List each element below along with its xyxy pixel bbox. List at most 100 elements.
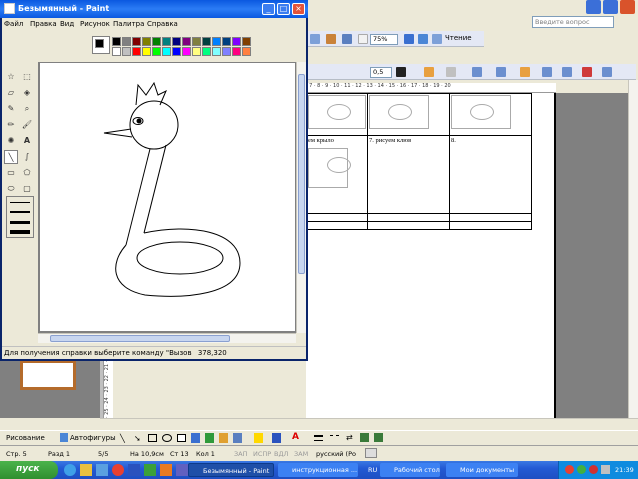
palette-swatch[interactable] — [112, 37, 121, 46]
palette-swatch[interactable] — [182, 37, 191, 46]
paint-minimize-button[interactable]: _ — [262, 3, 275, 15]
distribute-rows-icon[interactable] — [542, 67, 552, 77]
paint-close-button[interactable]: × — [292, 3, 305, 15]
palette-swatch[interactable] — [212, 37, 221, 46]
font-color-icon[interactable]: A — [292, 432, 299, 442]
autoformat-icon[interactable] — [520, 67, 530, 77]
airbrush-icon[interactable]: ✺ — [4, 134, 18, 148]
diagram-icon[interactable] — [205, 433, 214, 443]
table-cell[interactable] — [306, 221, 368, 230]
paint-maximize-button[interactable]: □ — [277, 3, 290, 15]
palette-swatch[interactable] — [172, 47, 181, 56]
read-icon[interactable] — [432, 34, 442, 44]
word-close-button[interactable] — [620, 0, 635, 14]
shadow-icon[interactable] — [360, 433, 369, 442]
status-ext[interactable]: ВДЛ — [274, 450, 288, 458]
scroll-thumb[interactable] — [298, 74, 305, 274]
palette-swatch[interactable] — [232, 37, 241, 46]
line-width-3[interactable] — [10, 221, 30, 224]
free-select-icon[interactable]: ☆ — [4, 70, 18, 84]
table-cell[interactable]: ем крыло — [306, 135, 368, 214]
rounded-rect-icon[interactable]: ▢ — [20, 182, 34, 196]
table-cell[interactable] — [367, 221, 450, 230]
explorer-icon[interactable] — [80, 464, 92, 476]
browser-icon[interactable] — [64, 464, 76, 476]
fill-icon[interactable]: ◈ — [20, 86, 34, 100]
palette-swatch[interactable] — [242, 37, 251, 46]
rectangle-icon[interactable]: ▭ — [4, 166, 18, 180]
oval-tool-icon[interactable] — [162, 434, 172, 442]
zoom-icon[interactable] — [404, 34, 414, 44]
desktop-icon[interactable] — [96, 464, 108, 476]
taskbar-desktop[interactable]: Рабочий стол — [380, 463, 440, 477]
palette-swatch[interactable] — [112, 47, 121, 56]
menu-file[interactable]: Файл — [4, 20, 23, 28]
sort-icon[interactable] — [582, 67, 592, 77]
sum-icon[interactable] — [602, 67, 612, 77]
spelling-status-icon[interactable] — [365, 448, 377, 458]
distribute-cols-icon[interactable] — [562, 67, 572, 77]
ellipse-icon[interactable]: ⬭ — [4, 182, 18, 196]
palette-swatch[interactable] — [132, 47, 141, 56]
media-icon[interactable] — [176, 464, 188, 476]
palette-swatch[interactable] — [192, 37, 201, 46]
3d-icon[interactable] — [374, 433, 383, 442]
columns-icon[interactable] — [326, 34, 336, 44]
palette-swatch[interactable] — [222, 47, 231, 56]
paint-app-icon[interactable] — [4, 3, 15, 14]
arrow-style-icon[interactable]: ⇄ — [346, 433, 353, 442]
dash-style-icon[interactable] — [330, 435, 339, 441]
select-objects-icon[interactable] — [60, 433, 68, 442]
start-button[interactable]: пуск — [0, 461, 58, 479]
table-grid-icon[interactable] — [472, 67, 482, 77]
table-cell[interactable] — [367, 93, 450, 136]
tray-icon[interactable] — [577, 465, 586, 474]
palette-swatch[interactable] — [232, 47, 241, 56]
palette-swatch[interactable] — [192, 47, 201, 56]
table-cell[interactable]: 7. рисуем клюв — [367, 135, 450, 214]
zoom-select[interactable]: 75% — [370, 34, 398, 45]
tray-icon[interactable] — [565, 465, 574, 474]
table-cell[interactable]: 8. — [449, 135, 532, 214]
rect-select-icon[interactable]: ⬚ — [20, 70, 34, 84]
page-thumbnail[interactable] — [20, 360, 76, 390]
text-icon[interactable]: A — [20, 134, 34, 148]
table-cell[interactable] — [306, 213, 368, 222]
excel-icon[interactable] — [144, 464, 156, 476]
palette-swatch[interactable] — [132, 37, 141, 46]
canvas-horizontal-scrollbar[interactable] — [38, 333, 296, 343]
palette-swatch[interactable] — [152, 47, 161, 56]
status-trk[interactable]: ИСПР — [253, 450, 271, 458]
palette-swatch[interactable] — [142, 47, 151, 56]
table-cell[interactable] — [449, 213, 532, 222]
table-icon[interactable] — [310, 34, 320, 44]
ask-question-input[interactable]: Введите вопрос — [532, 16, 614, 28]
align-icon[interactable] — [496, 67, 506, 77]
palette-swatch[interactable] — [162, 47, 171, 56]
canvas-vertical-scrollbar[interactable] — [296, 62, 306, 333]
taskbar-paint[interactable]: Безымянный - Paint — [188, 463, 274, 477]
shading-icon[interactable] — [446, 67, 456, 77]
table-cell[interactable] — [449, 221, 532, 230]
picture-icon[interactable] — [233, 433, 242, 443]
palette-swatch[interactable] — [222, 37, 231, 46]
curve-icon[interactable]: ∫ — [20, 150, 34, 164]
opera-icon[interactable] — [112, 464, 124, 476]
clipart-icon[interactable] — [219, 433, 228, 443]
palette-swatch[interactable] — [202, 47, 211, 56]
palette-swatch[interactable] — [202, 37, 211, 46]
menu-edit[interactable]: Правка — [30, 20, 57, 28]
status-rec[interactable]: ЗАП — [234, 450, 248, 458]
volume-icon[interactable] — [601, 465, 610, 474]
border-icon[interactable] — [424, 67, 434, 77]
line-color-icon[interactable] — [272, 433, 281, 443]
read-button[interactable]: Чтение — [445, 34, 472, 42]
menu-image[interactable]: Рисунок — [80, 20, 110, 28]
drawing-icon[interactable] — [342, 34, 352, 44]
palette-swatch[interactable] — [242, 47, 251, 56]
status-ovr[interactable]: ЗАМ — [294, 450, 308, 458]
line-tool-icon[interactable]: ╲ — [120, 434, 125, 443]
palette-swatch[interactable] — [122, 37, 131, 46]
arrow-tool-icon[interactable]: ➘ — [134, 434, 141, 443]
language-indicator[interactable]: RU — [368, 466, 377, 474]
